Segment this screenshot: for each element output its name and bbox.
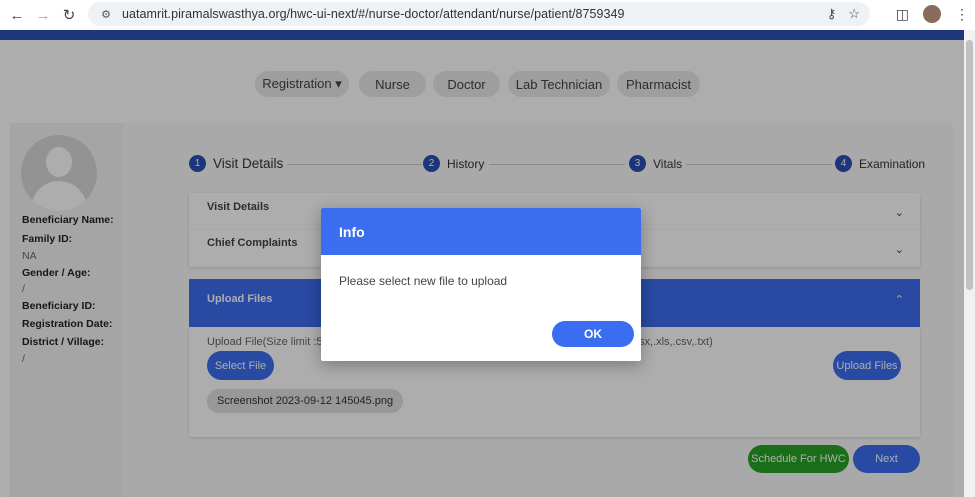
extensions-icon[interactable]: ◫ [896,6,909,23]
forward-icon[interactable]: → [30,2,56,28]
browser-toolbar: ← → ↻ ⚙ uatamrit.piramalswasthya.org/hwc… [0,0,975,30]
ok-button[interactable]: OK [552,321,634,347]
dialog-message: Please select new file to upload [339,274,508,288]
page-scrollbar[interactable] [964,30,975,497]
password-key-icon[interactable]: ⚷ [827,6,837,22]
dialog-title: Info [321,208,641,255]
reload-icon[interactable]: ↻ [56,2,82,28]
address-bar[interactable]: ⚙ uatamrit.piramalswasthya.org/hwc-ui-ne… [88,2,870,26]
back-icon[interactable]: ← [4,2,30,28]
menu-dots-icon[interactable]: ⋮ [955,6,969,23]
profile-avatar[interactable] [923,5,941,23]
site-settings-icon[interactable]: ⚙ [94,8,118,21]
info-dialog: Info Please select new file to upload OK [321,208,641,361]
bookmark-star-icon[interactable]: ☆ [848,6,860,22]
url-text[interactable]: uatamrit.piramalswasthya.org/hwc-ui-next… [122,7,625,21]
scroll-thumb[interactable] [966,40,973,290]
